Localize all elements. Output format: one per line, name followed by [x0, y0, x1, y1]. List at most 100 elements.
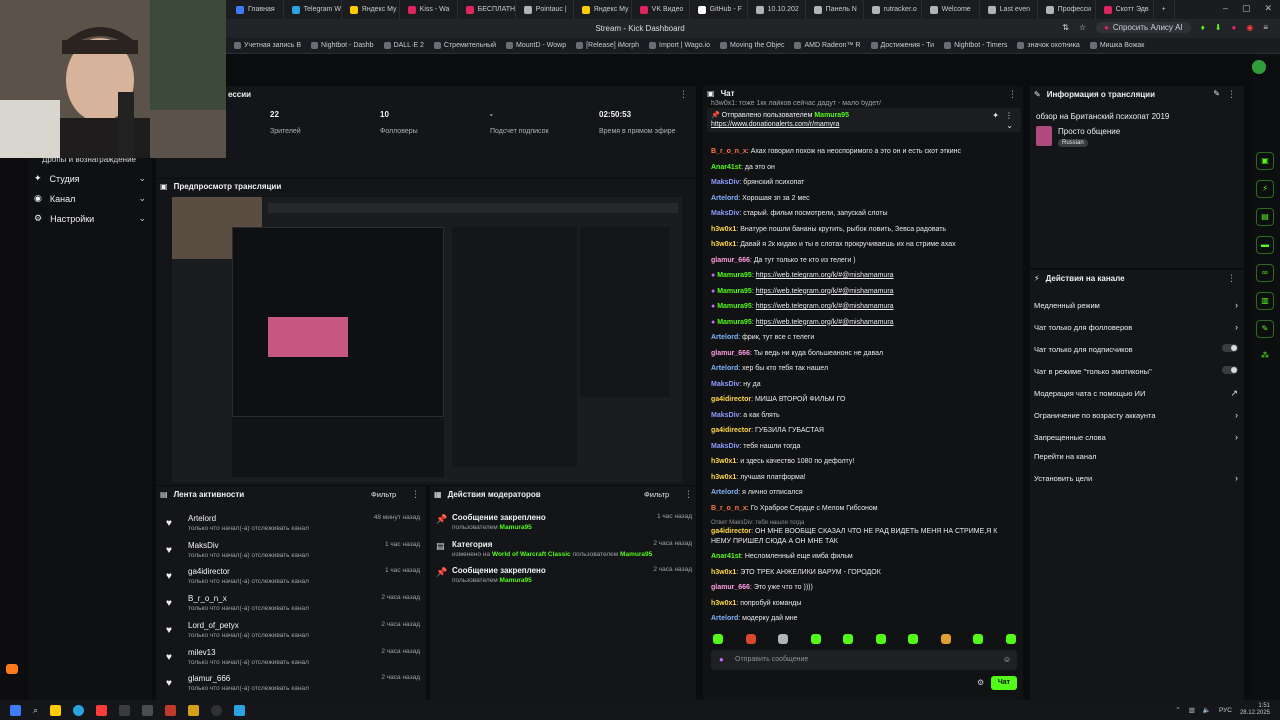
emote-button[interactable] — [1005, 634, 1016, 644]
search-icon[interactable]: ⌕ — [33, 705, 38, 716]
extension-red-icon[interactable]: ● — [1232, 23, 1237, 32]
channel-action-row[interactable]: Установить цели › — [1034, 473, 1238, 483]
browser-tab[interactable]: Telegram W — [284, 0, 342, 19]
sidebar-item-settings[interactable]: ⚙ Настройки ⌄ — [34, 213, 146, 224]
app-red-icon[interactable] — [165, 704, 177, 716]
chat-username[interactable]: h3w0x1 — [711, 474, 736, 481]
sort-icon[interactable]: ⇅ — [1062, 23, 1069, 32]
chat-username[interactable]: MaksDiv — [711, 210, 739, 217]
rail-button-info[interactable]: ▥ — [1256, 292, 1274, 310]
chevron-right-icon[interactable]: › — [1235, 473, 1238, 483]
emote-button[interactable] — [843, 634, 853, 644]
chat-link[interactable]: https://web.telegram.org/k/#@mishamamura — [756, 272, 894, 279]
channel-action-row[interactable]: Чат в режиме "только эмотиконы" — [1034, 366, 1238, 376]
activity-user[interactable]: milev13 — [188, 648, 216, 657]
browser-tab[interactable]: Welcome — [922, 0, 980, 19]
browser-tab[interactable]: Pointauc | — [516, 0, 574, 19]
bookmark-item[interactable]: MountD - Wowp — [506, 42, 566, 49]
mod-action-user[interactable]: Mamura95 — [620, 551, 652, 558]
chevron-right-icon[interactable]: › — [1235, 432, 1238, 442]
rail-button-activity[interactable]: ⚡ — [1256, 180, 1274, 198]
chat-username[interactable]: glamur_666 — [711, 584, 750, 591]
microphone-icon[interactable]: ● — [719, 655, 724, 664]
chat-username[interactable]: ga4idirector — [711, 427, 751, 434]
pencil-icon[interactable]: ✎ — [1213, 89, 1220, 98]
chat-username[interactable]: glamur_666 — [711, 257, 750, 264]
bookmark-item[interactable]: Import | Wago.io — [649, 42, 710, 49]
app-yellow-icon[interactable] — [188, 704, 200, 716]
chat-input[interactable]: ● Отправить сообщение ☺ — [711, 650, 1017, 670]
toggle-switch[interactable] — [1222, 344, 1238, 352]
network-icon[interactable]: ▥ — [1189, 706, 1195, 714]
stream-preview-video[interactable] — [172, 197, 682, 482]
chat-username[interactable]: h3w0x1 — [711, 226, 736, 233]
chat-username[interactable]: h3w0x1 — [711, 458, 736, 465]
browser-tab[interactable]: Панель N — [806, 0, 864, 19]
language-indicator[interactable]: РУС — [1219, 707, 1232, 714]
browser-tab[interactable]: VK Видео — [632, 0, 690, 19]
alice-button[interactable]: ● Спросить Алису AI — [1096, 22, 1191, 33]
chat-settings-icon[interactable]: ⚙ — [977, 678, 984, 687]
emoji-icon[interactable]: ☺ — [1003, 655, 1011, 664]
chat-username[interactable]: h3w0x1 — [711, 569, 736, 576]
toggle-switch[interactable] — [1222, 366, 1238, 374]
minimize-icon[interactable]: – — [1223, 3, 1228, 14]
sidebar-item-studio[interactable]: ✦ Студия ⌄ — [34, 173, 146, 184]
browser-tab[interactable]: Главная — [228, 0, 284, 19]
activity-user[interactable]: MaksDiv — [188, 541, 219, 550]
rail-button-preview[interactable]: ▣ — [1256, 152, 1274, 170]
send-chat-button[interactable]: Чат — [991, 676, 1017, 690]
chat-username[interactable]: Anar41st — [711, 553, 741, 560]
chat-username[interactable]: MaksDiv — [711, 443, 739, 450]
channel-action-row[interactable]: Чат только для подписчиков — [1034, 344, 1238, 354]
emote-button[interactable] — [875, 634, 886, 644]
mod-action-category[interactable]: World of Warcraft Classic — [492, 551, 571, 558]
chat-username[interactable]: ga4idirector — [711, 528, 751, 535]
yandex-icon[interactable] — [96, 704, 108, 716]
bookmark-item[interactable]: Достижения - Ти — [870, 42, 934, 49]
chat-link[interactable]: https://web.telegram.org/k/#@mishamamura — [756, 303, 894, 310]
chat-username[interactable]: Artelord — [711, 615, 738, 622]
rail-button-mod[interactable]: ▤ — [1256, 208, 1274, 226]
maximize-icon[interactable]: ▢ — [1242, 3, 1251, 14]
chat-username[interactable]: h3w0x1 — [711, 600, 736, 607]
rail-button-settings[interactable]: ✎ — [1256, 320, 1274, 338]
windows-start-icon[interactable] — [10, 704, 21, 716]
chat-username[interactable]: glamur_666 — [711, 350, 750, 357]
browser-tab[interactable]: Скотт Эдв — [1096, 0, 1154, 19]
bookmark-item[interactable]: Стремительный — [433, 42, 496, 49]
activity-filter-button[interactable]: Фильтр — [371, 490, 396, 499]
pinned-link[interactable]: https://www.donationalerts.com/r/mamyra — [711, 121, 839, 128]
chevron-right-icon[interactable]: › — [1235, 410, 1238, 420]
kebab-menu-icon[interactable]: ⋮ — [1227, 89, 1236, 100]
unpin-icon[interactable]: ✦ — [992, 111, 999, 120]
telegram-icon[interactable] — [234, 704, 246, 716]
chat-username[interactable]: B_r_o_n_x — [711, 505, 747, 512]
emote-button[interactable] — [778, 634, 788, 644]
activity-user[interactable]: Artelord — [188, 514, 216, 523]
emote-button[interactable] — [908, 634, 918, 644]
bookmark-item[interactable]: Учетная запись B — [234, 42, 301, 49]
browser-tab[interactable]: GitHub - F — [690, 0, 748, 19]
chevron-right-icon[interactable]: › — [1235, 322, 1238, 332]
browser-tab[interactable]: Яндекс Му — [342, 0, 400, 19]
emote-button[interactable] — [713, 634, 723, 644]
bookmark-item[interactable]: Moving the Objec — [719, 42, 784, 49]
volume-icon[interactable]: 🔈 — [1203, 706, 1211, 714]
channel-action-row[interactable]: Чат только для фолловеров › — [1034, 322, 1238, 332]
rail-button-more[interactable]: ⁂ — [1256, 348, 1274, 366]
bookmark-item[interactable]: DALL·E 2 — [383, 42, 424, 49]
kebab-menu-icon[interactable]: ⋮ — [684, 489, 693, 500]
chat-username[interactable]: ga4idirector — [711, 396, 751, 403]
activity-user[interactable]: glamur_666 — [188, 674, 230, 683]
chevron-right-icon[interactable]: › — [1235, 300, 1238, 310]
chat-username[interactable]: Anar41st — [711, 164, 741, 171]
avatar[interactable] — [1252, 60, 1266, 74]
chat-username[interactable]: MaksDiv — [711, 179, 739, 186]
emote-button[interactable] — [810, 634, 821, 644]
rail-button-chat[interactable]: ▬ — [1256, 236, 1274, 254]
rail-button-link[interactable]: ∞ — [1256, 264, 1274, 282]
bookmark-item[interactable]: Мишка Вожак — [1089, 42, 1144, 49]
channel-action-row[interactable]: Модерация чата с помощью ИИ ↗ — [1034, 388, 1238, 398]
download-icon[interactable]: ⬇ — [1215, 23, 1222, 32]
